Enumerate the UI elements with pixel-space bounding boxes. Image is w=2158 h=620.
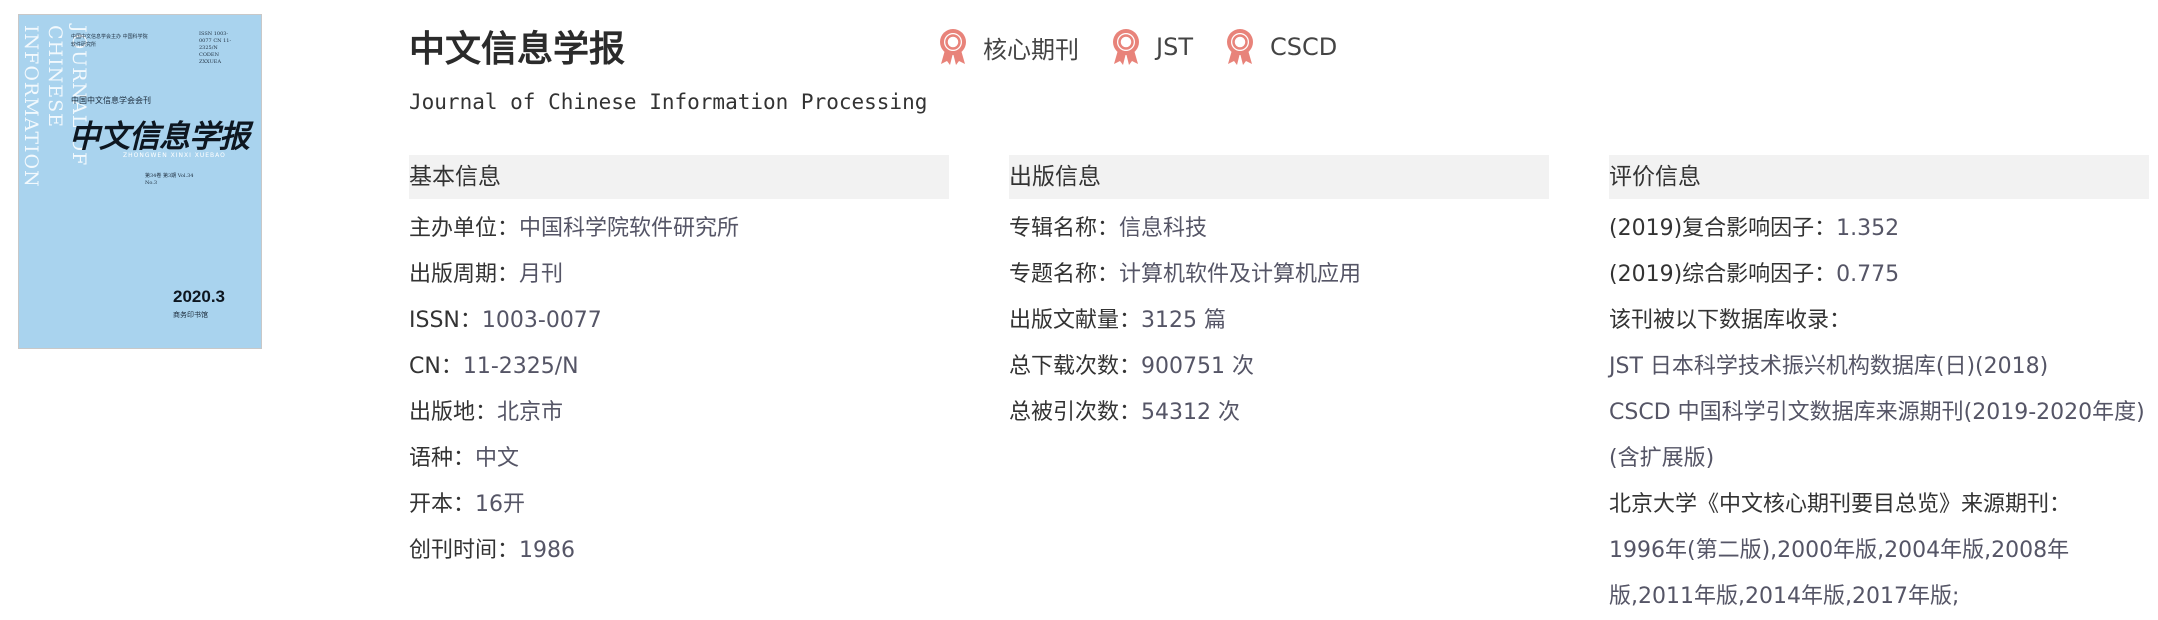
publishing-info-section: 出版信息 专辑名称：信息科技 专题名称：计算机软件及计算机应用 出版文献量：31… [1009,155,1549,436]
row-value: 0.775 [1836,262,1900,287]
info-row-composite-if: (2019)复合影响因子：1.352 [1609,206,2149,252]
cover-publisher: 商务印书馆 [173,311,208,319]
row-label: 出版周期： [409,262,520,287]
row-value: 16开 [475,492,526,517]
info-row-founded: 创刊时间：1986 [409,528,949,574]
row-value: 信息科技 [1119,216,1208,241]
row-label: 出版文献量： [1009,308,1142,333]
row-value: 中文 [475,446,520,471]
badge-jst: JST [1109,28,1193,66]
row-label: CN： [409,354,463,379]
row-value: 900751 次 [1141,354,1254,379]
cover-org-text: 中国中文信息学会会刊 [71,96,151,105]
info-row-sponsor: 主办单位：中国科学院软件研究所 [409,206,949,252]
info-row-topic: 专题名称：计算机软件及计算机应用 [1009,252,1549,298]
info-row-album: 专辑名称：信息科技 [1009,206,1549,252]
info-row-comprehensive-if: (2019)综合影响因子：0.775 [1609,252,2149,298]
row-label: 出版地： [409,400,498,425]
row-label: (2019)综合影响因子： [1609,262,1837,287]
info-row-language: 语种：中文 [409,436,949,482]
badge-label: JST [1156,33,1193,61]
evaluation-info-section: 评价信息 (2019)复合影响因子：1.352 (2019)综合影响因子：0.7… [1609,155,2149,620]
journal-cover-image[interactable]: JOURNAL OF CHINESE INFORMATION PROCESSIN… [18,14,262,349]
row-label: 总下载次数： [1009,354,1142,379]
row-label: 开本： [409,492,476,517]
badge-label: CSCD [1269,33,1338,61]
row-label: 专辑名称： [1009,216,1120,241]
journal-english-title: Journal of Chinese Information Processin… [409,90,928,114]
info-row-cn: CN：11-2325/N [409,344,949,390]
row-label: 专题名称： [1009,262,1120,287]
row-value: 中国科学院软件研究所 [519,216,740,241]
database-item-cscd: CSCD 中国科学引文数据库来源期刊(2019-2020年度)(含扩展版) [1609,400,2145,471]
info-row-article-count: 出版文献量：3125 篇 [1009,298,1549,344]
basic-info-heading: 基本信息 [409,155,949,199]
pku-core-heading: 北京大学《中文核心期刊要目总览》来源期刊： [1609,492,2072,517]
row-value: 3125 篇 [1141,308,1226,333]
journal-badges: 核心期刊 JST CSCD [936,28,1367,66]
info-row-format: 开本：16开 [409,482,949,528]
cover-title: 中文信息学报 [69,119,250,155]
row-label: 主办单位： [409,216,520,241]
journal-title: 中文信息学报 [409,29,626,70]
row-value: 北京市 [497,400,564,425]
row-value: 1003-0077 [481,308,602,333]
badge-label: 核心期刊 [983,35,1079,64]
cover-volume: 第34卷 第3期 Vol.34 No.3 [145,173,194,186]
award-icon [1226,29,1253,65]
award-icon [940,29,966,65]
row-label: (2019)复合影响因子： [1609,216,1837,241]
badge-core-journal: 核心期刊 [936,28,1079,66]
row-label: 语种： [409,446,476,471]
row-value: 1.352 [1836,216,1900,241]
row-label: 总被引次数： [1009,400,1142,425]
row-value: 54312 次 [1141,400,1240,425]
pku-core-years: 1996年(第二版),2000年版,2004年版,2008年版,2011年版,2… [1609,538,2070,609]
database-item-jst: JST 日本科学技术振兴机构数据库(日)(2018) [1609,354,2049,379]
row-value: 1986 [519,538,576,563]
cover-issn-text: ISSN 1003-0077 CN 11-2325/N CODEN ZXXUEA [199,31,232,65]
cover-pinyin: ZHONGWEN XINXI XUEBAO [123,152,226,159]
row-value: 11-2325/N [462,354,579,379]
award-icon [1113,29,1139,65]
row-label: ISSN： [409,308,482,333]
row-label: 创刊时间： [409,538,520,563]
row-value: 月刊 [519,262,564,287]
info-row-downloads: 总下载次数：900751 次 [1009,344,1549,390]
basic-info-section: 基本信息 主办单位：中国科学院软件研究所 出版周期：月刊 ISSN：1003-0… [409,155,949,574]
row-value: 计算机软件及计算机应用 [1119,262,1362,287]
badge-cscd: CSCD [1223,28,1337,66]
cover-date: 2020.3 [173,287,225,306]
evaluation-info-heading: 评价信息 [1609,155,2149,199]
info-row-location: 出版地：北京市 [409,390,949,436]
info-row-issn: ISSN：1003-0077 [409,298,949,344]
cover-sponsor-text: 中国中文信息学会主办 中国科学院软件研究所 [71,34,148,48]
database-list-heading: 该刊被以下数据库收录： [1609,308,1852,333]
info-row-frequency: 出版周期：月刊 [409,252,949,298]
info-row-citations: 总被引次数：54312 次 [1009,390,1549,436]
publishing-info-heading: 出版信息 [1009,155,1549,199]
